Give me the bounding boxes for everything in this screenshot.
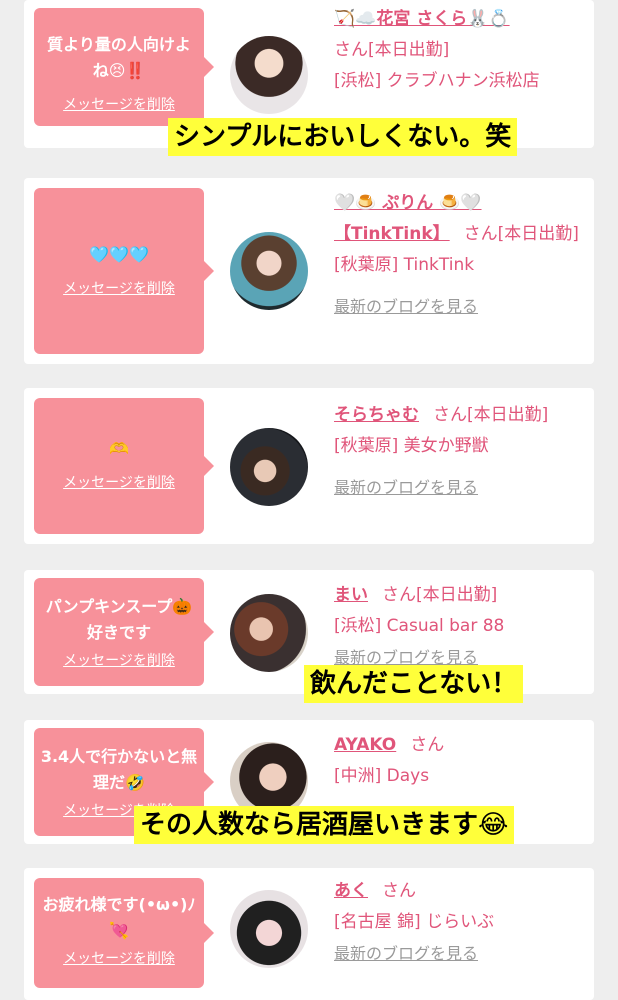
avatar[interactable]	[230, 428, 308, 506]
cast-name-link[interactable]: あく	[334, 881, 368, 901]
shop-location: [秋葉原] TinkTink	[334, 255, 475, 275]
delete-message-link[interactable]: メッセージを削除	[63, 650, 175, 670]
latest-blog-link[interactable]: 最新のブログを見る	[334, 944, 478, 963]
cast-info: 🏹☁️花宮 さくら🐰💍 さん[本日出勤] [浜松] クラブハナン浜松店	[334, 4, 584, 97]
honorific: さん	[382, 881, 416, 901]
latest-blog-link[interactable]: 最新のブログを見る	[334, 478, 478, 497]
message-card: 🫶 メッセージを削除 そらちゃむ さん[本日出勤] [秋葉原] 美女か野獣 最新の…	[24, 388, 594, 544]
work-status: [本日出勤]	[368, 40, 450, 60]
work-status: [本日出勤]	[497, 224, 579, 244]
message-text: パンプキンスープ🎃好きです	[45, 597, 193, 642]
cast-name-link[interactable]: そらちゃむ	[334, 405, 419, 425]
message-card: 🩵🩵🩵 メッセージを削除 🤍🍮 ぷりん 🍮🤍【TinkTink】 さん[本日出勤]…	[24, 178, 594, 364]
shop-location: [名古屋 錦] じらいぶ	[334, 912, 495, 932]
cast-name-link[interactable]: AYAKO	[334, 735, 396, 755]
overlay-caption: その人数なら居酒屋いきます😂	[134, 806, 515, 844]
avatar[interactable]	[230, 232, 308, 310]
overlay-caption: 飲んだことない！	[304, 665, 524, 703]
message-bubble: 🩵🩵🩵 メッセージを削除	[34, 188, 214, 354]
honorific: さん	[334, 40, 368, 60]
delete-message-link[interactable]: メッセージを削除	[63, 948, 175, 968]
cast-name-link[interactable]: 🏹☁️花宮 さくら🐰💍	[334, 9, 510, 29]
cast-info: 🤍🍮 ぷりん 🍮🤍【TinkTink】 さん[本日出勤] [秋葉原] TinkTi…	[334, 188, 584, 323]
honorific: さん	[382, 585, 416, 605]
message-text: 🩵🩵🩵	[89, 245, 149, 264]
cast-name-link[interactable]: 🤍🍮 ぷりん 🍮🤍【TinkTink】	[334, 193, 482, 244]
delete-message-link[interactable]: メッセージを削除	[63, 472, 175, 492]
message-text: 🫶	[109, 439, 129, 458]
work-status: [本日出勤]	[416, 585, 498, 605]
shop-location: [浜松] クラブハナン浜松店	[334, 71, 540, 91]
message-bubble: 質より量の人向けよね😣‼️ メッセージを削除	[34, 8, 214, 126]
message-bubble: お疲れ様です(•ω•)ﾉ💘 メッセージを削除	[34, 878, 214, 988]
latest-blog-link[interactable]: 最新のブログを見る	[334, 297, 478, 316]
honorific: さん	[410, 735, 445, 755]
cast-info: まい さん[本日出勤] [浜松] Casual bar 88 最新のブログを見る	[334, 580, 584, 674]
avatar[interactable]	[230, 890, 308, 968]
cast-name-link[interactable]: まい	[334, 585, 368, 605]
overlay-caption: シンプルにおいしくない。笑	[168, 118, 518, 156]
message-bubble: パンプキンスープ🎃好きです メッセージを削除	[34, 578, 214, 686]
honorific: さん	[463, 224, 498, 244]
avatar[interactable]	[230, 36, 308, 114]
message-text: お疲れ様です(•ω•)ﾉ💘	[42, 895, 196, 940]
shop-location: [秋葉原] 美女か野獣	[334, 436, 489, 456]
cast-info: AYAKO さん [中洲] Days	[334, 730, 584, 792]
message-text: 3.4人で行かないと無理だ🤣	[40, 747, 198, 792]
message-text: 質より量の人向けよね😣‼️	[47, 35, 191, 80]
shop-location: [浜松] Casual bar 88	[334, 616, 505, 636]
honorific: さん	[433, 405, 467, 425]
cast-info: あく さん [名古屋 錦] じらいぶ 最新のブログを見る	[334, 876, 584, 970]
cast-info: そらちゃむ さん[本日出勤] [秋葉原] 美女か野獣 最新のブログを見る	[334, 400, 584, 504]
delete-message-link[interactable]: メッセージを削除	[63, 94, 175, 114]
message-bubble: 🫶 メッセージを削除	[34, 398, 214, 534]
delete-message-link[interactable]: メッセージを削除	[63, 278, 175, 298]
shop-location: [中洲] Days	[334, 766, 430, 786]
work-status: [本日出勤]	[467, 405, 549, 425]
avatar[interactable]	[230, 594, 308, 672]
message-card: お疲れ様です(•ω•)ﾉ💘 メッセージを削除 あく さん [名古屋 錦] じらいぶ…	[24, 868, 594, 1000]
